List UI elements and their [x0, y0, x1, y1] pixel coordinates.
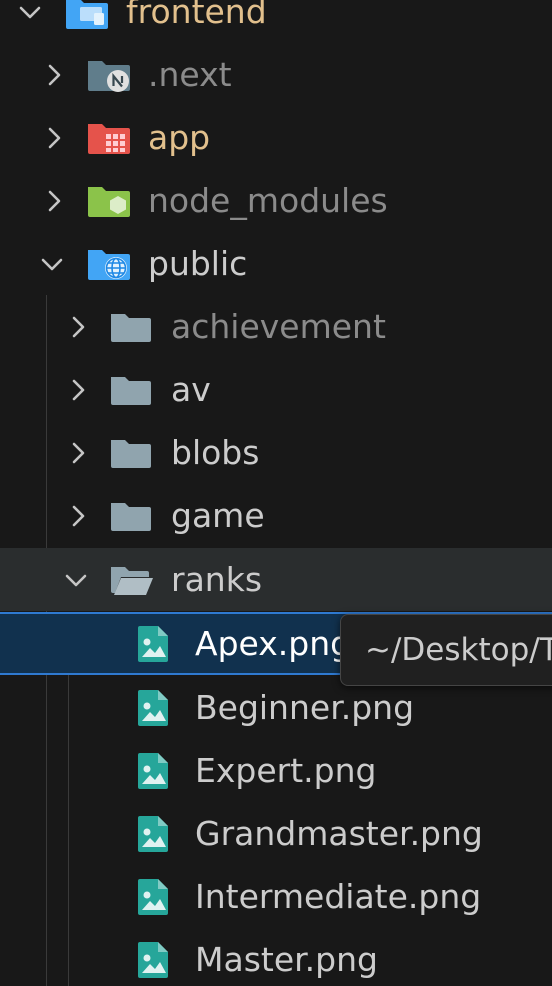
chevron-down-icon[interactable] — [64, 568, 88, 592]
public-folder-icon — [86, 246, 132, 282]
tree-item-master-png[interactable]: Master.png — [0, 928, 552, 986]
frontend-folder-icon — [64, 0, 110, 31]
chevron-down-icon[interactable] — [40, 252, 64, 276]
tree-item-label: frontend — [126, 0, 267, 31]
folder-icon — [109, 499, 153, 533]
tree-item-label: av — [171, 369, 211, 409]
tree-item-frontend[interactable]: frontend — [0, 0, 552, 43]
image-file-icon — [137, 814, 171, 854]
tooltip-text: ~/Desktop/T — [365, 632, 552, 668]
nextjs-folder-icon — [86, 57, 132, 93]
tree-item-label: Grandmaster.png — [195, 813, 483, 853]
tree-item-label: game — [171, 495, 265, 535]
app-folder-icon — [86, 120, 132, 156]
tree-item-label: app — [148, 117, 211, 157]
tree-item-label: node_modules — [148, 180, 388, 220]
tree-item-label: public — [148, 243, 248, 283]
tree-item-label: Apex.png — [195, 623, 352, 663]
tree-item-next[interactable]: .next — [0, 43, 552, 106]
image-file-icon — [137, 877, 171, 917]
chevron-right-icon[interactable] — [42, 126, 66, 150]
image-file-icon — [137, 624, 171, 664]
chevron-right-icon[interactable] — [66, 315, 90, 339]
tree-item-label: .next — [148, 54, 232, 94]
tree-item-game[interactable]: game — [0, 484, 552, 547]
tree-item-app[interactable]: app — [0, 106, 552, 169]
tree-item-expert-png[interactable]: Expert.png — [0, 739, 552, 802]
folder-icon — [109, 310, 153, 344]
tree-item-grandmaster-png[interactable]: Grandmaster.png — [0, 802, 552, 865]
chevron-down-icon[interactable] — [18, 0, 42, 24]
file-explorer-tree: frontend .next app node_modules public a… — [0, 0, 552, 986]
tree-item-label: blobs — [171, 432, 260, 472]
tree-item-label: Beginner.png — [195, 687, 415, 727]
chevron-right-icon[interactable] — [66, 441, 90, 465]
tree-item-label: ranks — [171, 559, 263, 599]
image-file-icon — [137, 688, 171, 728]
node-folder-icon — [86, 183, 132, 219]
tree-item-av[interactable]: av — [0, 358, 552, 421]
tree-item-label: Master.png — [195, 939, 378, 979]
folder-icon — [109, 373, 153, 407]
tree-item-node-modules[interactable]: node_modules — [0, 169, 552, 232]
chevron-right-icon[interactable] — [42, 63, 66, 87]
tree-item-ranks[interactable]: ranks — [0, 548, 552, 611]
tree-item-public[interactable]: public — [0, 232, 552, 295]
chevron-right-icon[interactable] — [66, 504, 90, 528]
image-file-icon — [137, 751, 171, 791]
tree-item-achievement[interactable]: achievement — [0, 295, 552, 358]
tree-item-intermediate-png[interactable]: Intermediate.png — [0, 865, 552, 928]
path-tooltip: ~/Desktop/T — [340, 614, 552, 686]
tree-item-label: achievement — [171, 306, 386, 346]
chevron-right-icon[interactable] — [66, 378, 90, 402]
folder-icon — [109, 436, 153, 470]
tree-item-label: Intermediate.png — [195, 876, 482, 916]
tree-item-label: Expert.png — [195, 750, 377, 790]
tree-item-blobs[interactable]: blobs — [0, 421, 552, 484]
folder-open-icon — [109, 563, 155, 597]
image-file-icon — [137, 940, 171, 980]
chevron-right-icon[interactable] — [42, 189, 66, 213]
